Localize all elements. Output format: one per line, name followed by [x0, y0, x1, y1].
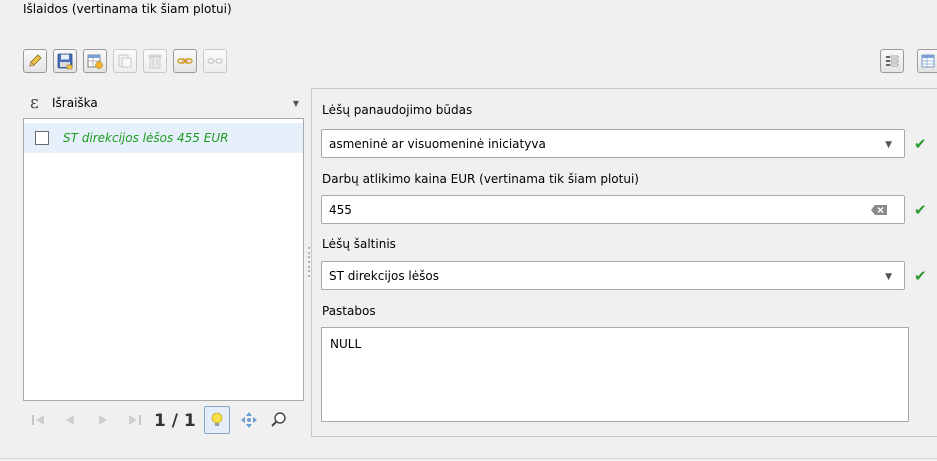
- expression-icon: ε: [30, 93, 39, 113]
- duplicate-icon: [118, 54, 132, 68]
- form-view-button[interactable]: [880, 49, 904, 73]
- pencil-icon: [29, 54, 42, 67]
- feature-checkbox[interactable]: [35, 131, 49, 145]
- funding-source-dropdown[interactable]: ST direkcijos lėšos ▼: [321, 261, 905, 290]
- list-item[interactable]: ST direkcijos lėšos 455 EUR: [24, 123, 303, 153]
- feature-list: ST direkcijos lėšos 455 EUR: [23, 118, 304, 401]
- unlink-feature-button[interactable]: [203, 49, 227, 73]
- divider: [0, 458, 937, 459]
- highlight-feature-button[interactable]: [204, 406, 230, 434]
- magnifier-icon: [271, 412, 286, 427]
- pan-to-feature-button[interactable]: [238, 405, 260, 435]
- link-icon: [177, 58, 193, 64]
- add-feature-button[interactable]: [83, 49, 107, 73]
- navigation-bar: 1 / 1: [23, 405, 305, 435]
- lightbulb-icon: [211, 412, 223, 426]
- previous-feature-button[interactable]: [59, 405, 81, 435]
- first-icon: [32, 415, 44, 425]
- cost-value: 455: [329, 202, 352, 217]
- table-view-button[interactable]: [917, 49, 937, 73]
- zoom-to-feature-button[interactable]: [268, 405, 290, 435]
- notes-value: NULL: [330, 337, 362, 351]
- link-feature-button[interactable]: [173, 49, 197, 73]
- field-label-usage-method: Lėšų panaudojimo būdas: [322, 103, 473, 117]
- unlink-icon: [207, 58, 223, 64]
- next-icon: [99, 415, 107, 425]
- pan-icon: [241, 412, 257, 428]
- valid-check-icon: ✔: [914, 135, 927, 153]
- field-label-notes: Pastabos: [322, 304, 376, 318]
- chevron-down-icon: ▼: [885, 272, 892, 282]
- header-title: Išlaidos (vertinama tik šiam plotui): [23, 2, 232, 16]
- toggle-editing-button[interactable]: [23, 49, 47, 73]
- feature-label: ST direkcijos lėšos 455 EUR: [63, 131, 229, 145]
- chevron-down-icon: ▼: [292, 99, 299, 108]
- cost-input[interactable]: 455: [321, 195, 905, 224]
- table-view-icon: [921, 54, 934, 68]
- delete-feature-button[interactable]: [143, 49, 167, 73]
- funding-source-value: ST direkcijos lėšos: [329, 268, 439, 283]
- usage-method-value: asmeninė ar visuomeninė iniciatyva: [329, 136, 546, 151]
- page-indicator: 1 / 1: [154, 411, 196, 431]
- last-feature-button[interactable]: [123, 405, 147, 435]
- last-icon: [129, 415, 141, 425]
- valid-check-icon: ✔: [914, 201, 927, 219]
- duplicate-feature-button[interactable]: [113, 49, 137, 73]
- clear-icon[interactable]: [870, 204, 888, 216]
- next-feature-button[interactable]: [92, 405, 114, 435]
- valid-check-icon: ✔: [914, 267, 927, 285]
- usage-method-dropdown[interactable]: asmeninė ar visuomeninė iniciatyva ▼: [321, 129, 905, 158]
- splitter-handle[interactable]: [307, 247, 310, 277]
- chevron-down-icon: ▼: [885, 140, 892, 150]
- notes-textarea[interactable]: NULL: [321, 327, 909, 422]
- form-view-icon: [886, 55, 899, 67]
- expression-selector[interactable]: ε Išraiška ▼: [25, 90, 303, 116]
- add-feature-icon: [87, 54, 103, 69]
- field-label-funding-source: Lėšų šaltinis: [322, 237, 396, 251]
- trash-icon: [148, 54, 162, 69]
- expression-label: Išraiška: [52, 96, 98, 110]
- previous-icon: [66, 415, 74, 425]
- save-edits-button[interactable]: [53, 49, 77, 73]
- first-feature-button[interactable]: [26, 405, 50, 435]
- field-label-cost: Darbų atlikimo kaina EUR (vertinama tik …: [322, 172, 639, 186]
- save-icon: [57, 53, 73, 70]
